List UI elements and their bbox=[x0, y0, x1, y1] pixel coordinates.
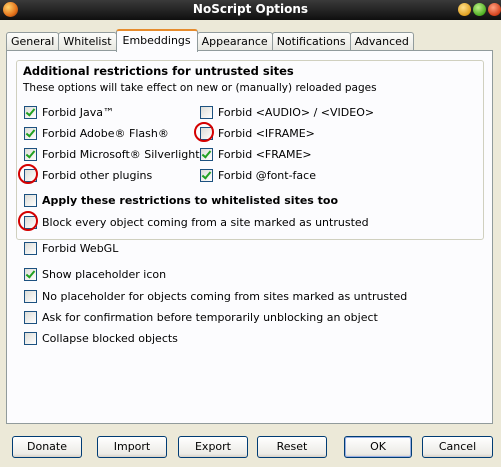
tab-general[interactable]: General bbox=[6, 32, 60, 51]
close-button[interactable] bbox=[488, 3, 501, 16]
forbid-font-face-checkbox[interactable] bbox=[200, 169, 213, 182]
highlight-circle bbox=[18, 164, 38, 184]
forbid-java-checkbox[interactable] bbox=[24, 106, 37, 119]
forbid-frame-label: Forbid <FRAME> bbox=[218, 148, 312, 161]
maximize-button[interactable] bbox=[473, 3, 486, 16]
apply-whitelisted-checkbox[interactable] bbox=[24, 194, 37, 207]
highlight-circle bbox=[194, 122, 214, 142]
forbid-flash-checkbox[interactable] bbox=[24, 127, 37, 140]
reset-button[interactable]: Reset bbox=[257, 436, 327, 458]
no-placeholder-checkbox[interactable] bbox=[24, 290, 37, 303]
ask-confirmation-checkbox[interactable] bbox=[24, 311, 37, 324]
ask-confirmation-label: Ask for confirmation before temporarily … bbox=[42, 311, 378, 324]
import-button[interactable]: Import bbox=[97, 436, 167, 458]
minimize-button[interactable] bbox=[458, 3, 471, 16]
tab-appearance[interactable]: Appearance bbox=[196, 32, 273, 51]
group-title: Additional restrictions for untrusted si… bbox=[23, 64, 294, 78]
donate-button[interactable]: Donate bbox=[12, 436, 82, 458]
forbid-iframe-label: Forbid <IFRAME> bbox=[218, 127, 315, 140]
tab-strip: General Whitelist Embeddings Appearance … bbox=[6, 29, 414, 52]
collapse-blocked-label: Collapse blocked objects bbox=[42, 332, 178, 345]
collapse-blocked-checkbox[interactable] bbox=[24, 332, 37, 345]
forbid-webgl-label: Forbid WebGL bbox=[42, 242, 119, 255]
forbid-silverlight-checkbox[interactable] bbox=[24, 148, 37, 161]
forbid-audio-video-label: Forbid <AUDIO> / <VIDEO> bbox=[218, 106, 375, 119]
tab-whitelist[interactable]: Whitelist bbox=[58, 32, 117, 51]
tab-advanced[interactable]: Advanced bbox=[349, 32, 414, 51]
cancel-button[interactable]: Cancel bbox=[422, 436, 493, 458]
tab-embeddings[interactable]: Embeddings bbox=[115, 29, 198, 52]
show-placeholder-checkbox[interactable] bbox=[24, 268, 37, 281]
ok-button[interactable]: OK bbox=[344, 436, 412, 458]
embeddings-panel: Additional restrictions for untrusted si… bbox=[6, 50, 493, 424]
forbid-flash-label: Forbid Adobe® Flash® bbox=[42, 127, 169, 140]
group-subtitle: These options will take effect on new or… bbox=[23, 82, 377, 94]
forbid-frame-checkbox[interactable] bbox=[200, 148, 213, 161]
forbid-webgl-checkbox[interactable] bbox=[24, 242, 37, 255]
export-button[interactable]: Export bbox=[178, 436, 248, 458]
forbid-font-face-label: Forbid @font-face bbox=[218, 169, 316, 182]
tab-notifications[interactable]: Notifications bbox=[271, 32, 351, 51]
title-bar: NoScript Options bbox=[0, 0, 501, 20]
forbid-other-plugins-label: Forbid other plugins bbox=[42, 169, 153, 182]
block-untrusted-label: Block every object coming from a site ma… bbox=[42, 216, 369, 229]
forbid-java-label: Forbid Java™ bbox=[42, 106, 114, 119]
no-placeholder-label: No placeholder for objects coming from s… bbox=[42, 290, 408, 303]
apply-whitelisted-label: Apply these restrictions to whitelisted … bbox=[42, 194, 339, 207]
forbid-silverlight-label: Forbid Microsoft® Silverlight™ bbox=[42, 148, 211, 161]
forbid-audio-video-checkbox[interactable] bbox=[200, 106, 213, 119]
show-placeholder-label: Show placeholder icon bbox=[42, 268, 167, 281]
window-title: NoScript Options bbox=[192, 2, 309, 16]
highlight-circle bbox=[18, 211, 38, 231]
